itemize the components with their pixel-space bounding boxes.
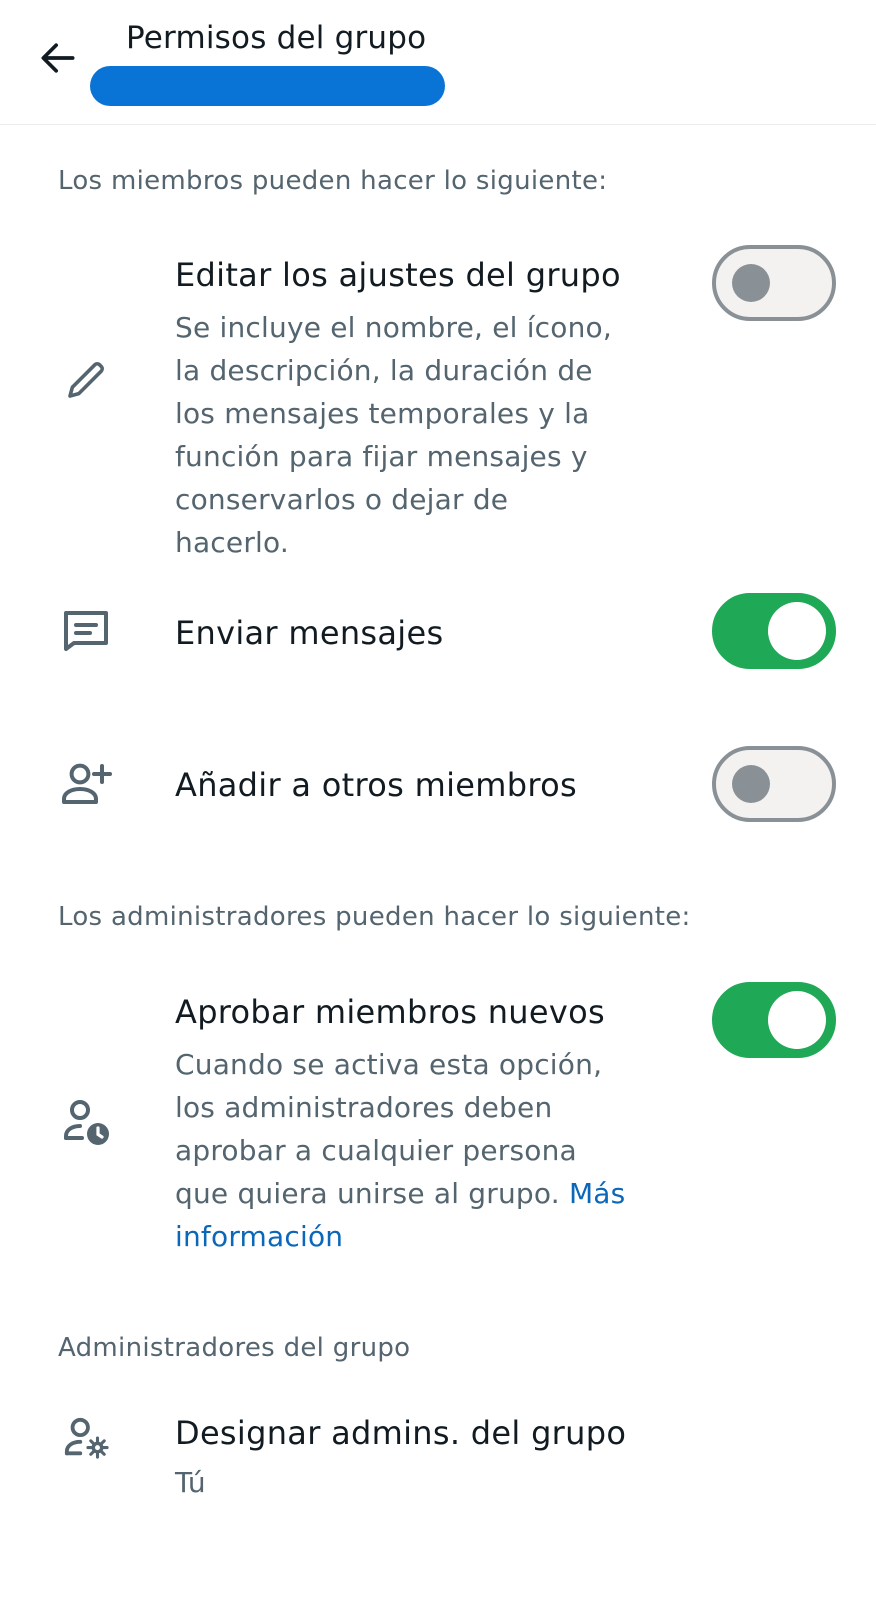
toggle-knob: [732, 765, 770, 803]
setting-description-text: Cuando se activa esta opción, los admini…: [175, 1048, 603, 1210]
toggle-knob: [732, 264, 770, 302]
setting-title: Designar admins. del grupo: [175, 1414, 627, 1452]
pencil-icon: [58, 352, 114, 408]
setting-title: Añadir a otros miembros: [175, 766, 577, 804]
toggle-knob: [768, 991, 826, 1049]
admins-section-label: Los administradores pueden hacer lo sigu…: [58, 902, 691, 932]
admin-subtitle: Tú: [175, 1466, 206, 1499]
edit-settings-toggle[interactable]: [712, 245, 836, 321]
add-person-icon: [58, 756, 114, 812]
members-section-label: Los miembros pueden hacer lo siguiente:: [58, 166, 608, 196]
back-button[interactable]: [30, 30, 86, 86]
setting-description: Se incluye el nombre, el ícono, la descr…: [175, 311, 612, 559]
arrow-left-icon: [41, 43, 75, 73]
setting-title: Aprobar miembros nuevos: [175, 993, 605, 1031]
toggle-knob: [768, 602, 826, 660]
setting-description: Cuando se activa esta opción, los admini…: [175, 1043, 635, 1258]
add-members-toggle[interactable]: [712, 746, 836, 822]
message-icon: [58, 603, 114, 659]
setting-title: Enviar mensajes: [175, 614, 444, 652]
app-header: Permisos del grupo: [0, 0, 876, 125]
setting-title: Editar los ajustes del grupo: [175, 256, 621, 294]
page-title: Permisos del grupo: [126, 20, 427, 56]
group-admins-section-label: Administradores del grupo: [58, 1333, 411, 1363]
redacted-group-name: [90, 66, 445, 106]
person-clock-icon: [58, 1094, 114, 1150]
send-messages-toggle[interactable]: [712, 593, 836, 669]
person-gear-icon: [58, 1410, 114, 1466]
approve-members-toggle[interactable]: [712, 982, 836, 1058]
